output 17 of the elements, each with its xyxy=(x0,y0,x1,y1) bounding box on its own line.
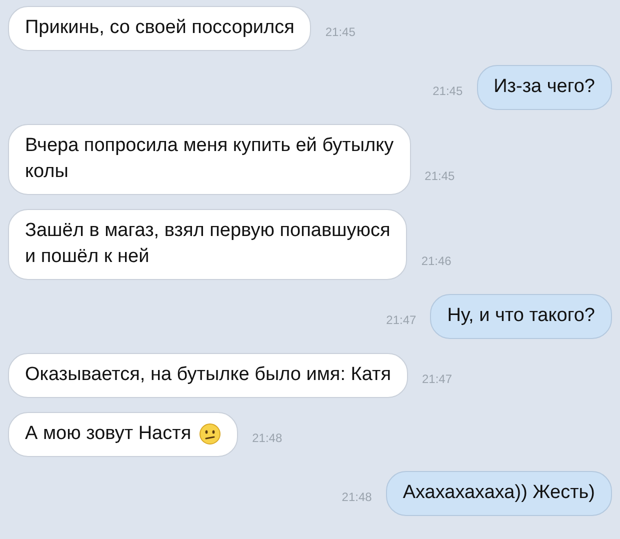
message-time: 21:46 xyxy=(421,254,452,268)
message-text: Оказывается, на бутылке было имя: Катя xyxy=(25,363,391,387)
message-text: Ахахахахаха)) Жесть) xyxy=(402,481,595,505)
message-text: Прикинь, со своей поссорился xyxy=(25,16,294,40)
message-time: 21:47 xyxy=(422,372,452,386)
message-text: Вчера попросила меня купить ей бутылку колы xyxy=(25,134,394,184)
message-text: Ну, и что такого? xyxy=(447,304,595,328)
message-time: 21:48 xyxy=(252,431,282,445)
message-time: 21:45 xyxy=(325,25,356,39)
message-time: 21:47 xyxy=(386,313,416,327)
message-text: Из-за чего? xyxy=(494,75,595,99)
message-text: Зашёл в магаз, взял первую попавшуюся и пошёл к ней xyxy=(25,219,390,269)
message-time: 21:48 xyxy=(342,490,372,504)
message-time: 21:45 xyxy=(432,84,463,98)
message-time: 21:45 xyxy=(424,169,455,183)
confused-face-icon xyxy=(199,423,222,445)
message-text: А мою зовут Настя xyxy=(25,422,192,446)
